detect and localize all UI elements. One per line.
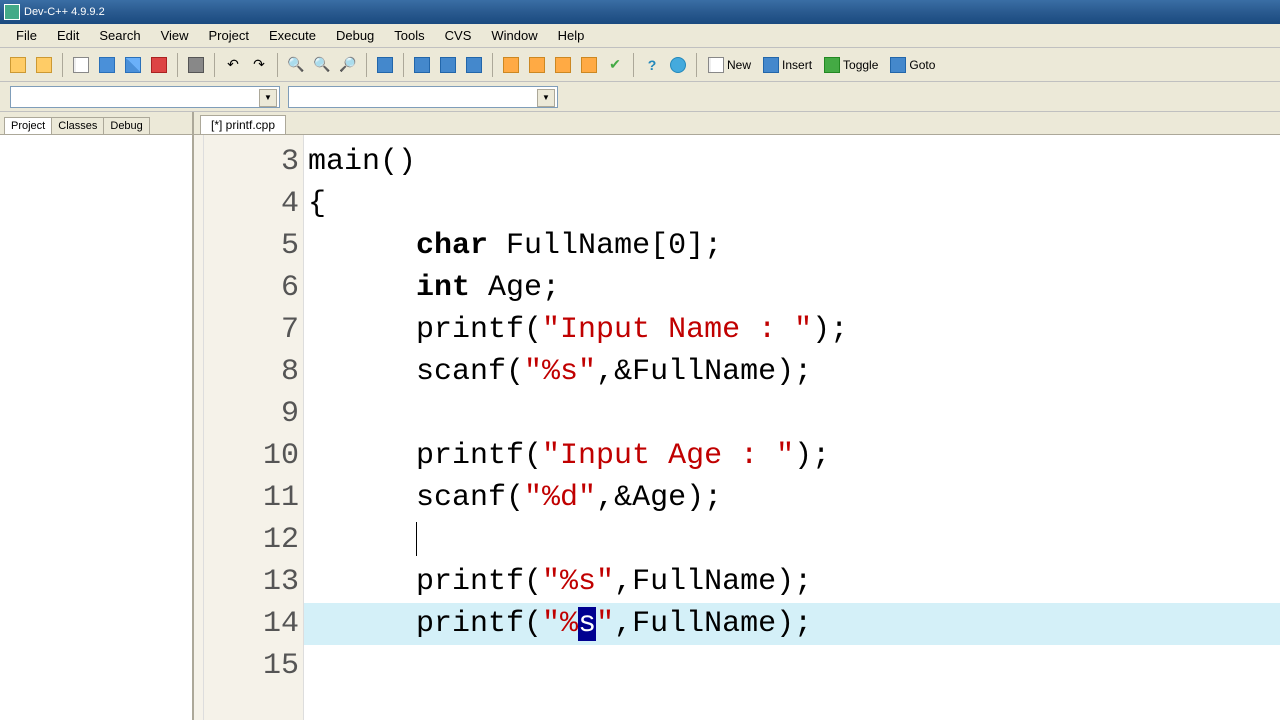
editor-margin <box>194 135 204 720</box>
toggle-menu-button[interactable]: Toggle <box>819 53 883 77</box>
insert-icon <box>763 57 779 73</box>
menu-execute[interactable]: Execute <box>259 26 326 45</box>
folder-icon <box>36 57 52 73</box>
sidebar: Project Classes Debug <box>0 112 194 720</box>
combo-bar <box>0 82 1280 112</box>
menu-search[interactable]: Search <box>89 26 150 45</box>
menu-tools[interactable]: Tools <box>384 26 434 45</box>
goto-line-button[interactable] <box>373 53 397 77</box>
save-icon <box>99 57 115 73</box>
save-button[interactable] <box>95 53 119 77</box>
line-gutter: 3456789101112131415 <box>204 135 304 720</box>
profile-icon <box>555 57 571 73</box>
new-file-icon <box>73 57 89 73</box>
menu-edit[interactable]: Edit <box>47 26 89 45</box>
about-icon <box>670 57 686 73</box>
profile-button[interactable] <box>551 53 575 77</box>
menu-debug[interactable]: Debug <box>326 26 384 45</box>
redo-icon: ↷ <box>253 56 265 73</box>
new-menu-button[interactable]: New <box>703 53 756 77</box>
find-next-button[interactable]: 🔎 <box>336 53 360 77</box>
grid-icon <box>581 57 597 73</box>
compile-run-button[interactable] <box>462 53 486 77</box>
toolbar: ↶ ↷ 🔍 🔍 🔎 ✔ ? New Insert Toggle Goto <box>0 48 1280 82</box>
tab-classes[interactable]: Classes <box>51 117 104 134</box>
menu-window[interactable]: Window <box>481 26 547 45</box>
replace-icon: 🔍 <box>313 56 330 73</box>
goto-menu-button[interactable]: Goto <box>885 53 940 77</box>
rebuild-button[interactable] <box>499 53 523 77</box>
insert-menu-button[interactable]: Insert <box>758 53 817 77</box>
undo-button[interactable]: ↶ <box>221 53 245 77</box>
tab-project[interactable]: Project <box>4 117 52 134</box>
print-icon <box>188 57 204 73</box>
compile-button[interactable] <box>410 53 434 77</box>
goto-icon <box>377 57 393 73</box>
about-button[interactable] <box>666 53 690 77</box>
menu-help[interactable]: Help <box>548 26 595 45</box>
sidebar-body <box>0 134 192 720</box>
goto-label: Goto <box>909 58 935 72</box>
new-file-button[interactable] <box>69 53 93 77</box>
debug-icon <box>529 57 545 73</box>
toggle-icon <box>824 57 840 73</box>
menu-cvs[interactable]: CVS <box>435 26 482 45</box>
code-content[interactable]: main(){ char FullName[0]; int Age; print… <box>304 135 1280 720</box>
new-icon <box>708 57 724 73</box>
help-icon: ? <box>648 57 657 73</box>
open-project-button[interactable] <box>32 53 56 77</box>
find-next-icon: 🔎 <box>339 56 356 73</box>
check-icon: ✔ <box>609 56 621 73</box>
new-label: New <box>727 58 751 72</box>
run-icon <box>440 57 456 73</box>
insert-label: Insert <box>782 58 812 72</box>
menubar: File Edit Search View Project Execute De… <box>0 24 1280 48</box>
compile-run-icon <box>466 57 482 73</box>
find-icon: 🔍 <box>287 56 304 73</box>
titlebar: Dev-C++ 4.9.9.2 <box>0 0 1280 24</box>
find-button[interactable]: 🔍 <box>284 53 308 77</box>
toggle-label: Toggle <box>843 58 878 72</box>
menu-project[interactable]: Project <box>199 26 259 45</box>
help-button[interactable]: ? <box>640 53 664 77</box>
save-all-button[interactable] <box>121 53 145 77</box>
file-tab[interactable]: [*] printf.cpp <box>200 115 286 134</box>
grid-button[interactable] <box>577 53 601 77</box>
replace-button[interactable]: 🔍 <box>310 53 334 77</box>
redo-button[interactable]: ↷ <box>247 53 271 77</box>
menu-file[interactable]: File <box>6 26 47 45</box>
compile-icon <box>414 57 430 73</box>
folder-open-icon <box>10 57 26 73</box>
code-editor[interactable]: 3456789101112131415 main(){ char FullNam… <box>194 134 1280 720</box>
undo-icon: ↶ <box>227 56 239 73</box>
check-button[interactable]: ✔ <box>603 53 627 77</box>
debug-button[interactable] <box>525 53 549 77</box>
print-button[interactable] <box>184 53 208 77</box>
open-button[interactable] <box>6 53 30 77</box>
close-icon <box>151 57 167 73</box>
save-all-icon <box>125 57 141 73</box>
tab-debug[interactable]: Debug <box>103 117 149 134</box>
goto2-icon <box>890 57 906 73</box>
window-title: Dev-C++ 4.9.9.2 <box>24 6 105 18</box>
rebuild-icon <box>503 57 519 73</box>
menu-view[interactable]: View <box>151 26 199 45</box>
function-combo[interactable] <box>288 86 558 108</box>
run-button[interactable] <box>436 53 460 77</box>
app-icon <box>4 4 20 20</box>
close-button[interactable] <box>147 53 171 77</box>
class-combo[interactable] <box>10 86 280 108</box>
